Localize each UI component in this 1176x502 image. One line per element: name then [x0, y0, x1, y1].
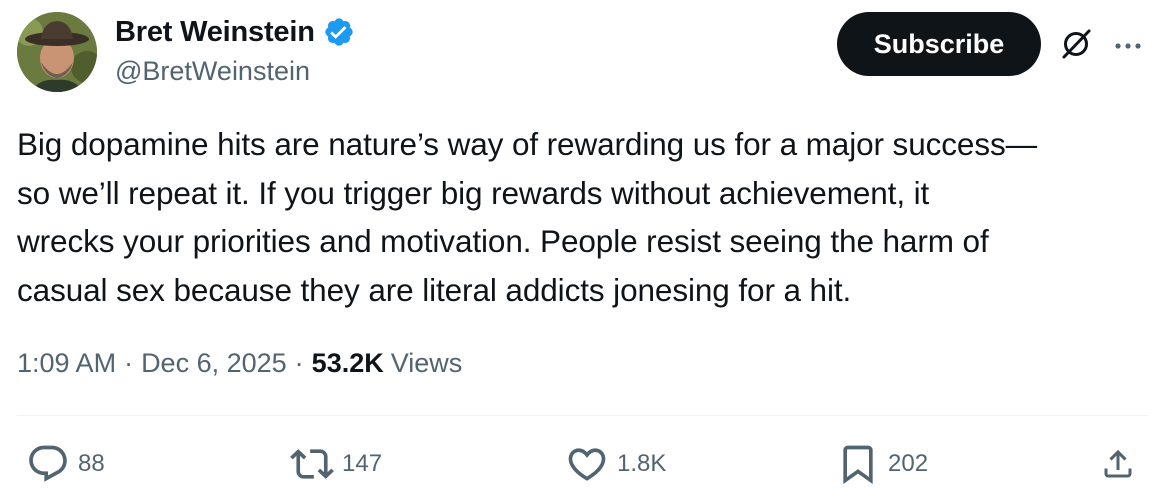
reply-icon — [29, 445, 67, 482]
more-options-icon[interactable] — [1114, 38, 1142, 49]
avatar[interactable] — [17, 12, 97, 92]
like-count: 1.8K — [617, 450, 667, 477]
repost-button[interactable]: 147 — [290, 442, 382, 486]
bookmark-count: 202 — [888, 450, 929, 477]
views-count[interactable]: 53.2K — [312, 345, 384, 381]
like-button[interactable]: 1.8K — [565, 442, 666, 486]
reply-button[interactable]: 88 — [26, 442, 105, 486]
avatar-image — [17, 12, 97, 92]
tweet-text: Big dopamine hits are nature’s way of re… — [17, 126, 1038, 308]
bookmark-icon — [843, 445, 873, 485]
reply-count: 88 — [78, 450, 105, 477]
share-button[interactable] — [1100, 446, 1136, 482]
tweet-meta: 1:09 AM · Dec 6, 2025 · 53.2K Views — [17, 345, 462, 381]
bookmark-button[interactable]: 202 — [836, 442, 928, 486]
share-icon — [1104, 449, 1132, 478]
divider — [17, 415, 1148, 416]
author-display-name[interactable]: Bret Weinstein — [115, 14, 315, 50]
meta-separator: · — [294, 348, 304, 378]
heart-icon — [568, 448, 606, 481]
meta-separator: · — [124, 348, 134, 378]
repost-count: 147 — [342, 450, 383, 477]
repost-icon — [290, 449, 334, 479]
tweet-date[interactable]: Dec 6, 2025 — [141, 345, 287, 381]
author-name-row: Bret Weinstein — [115, 14, 355, 50]
subscribe-button[interactable]: Subscribe — [837, 12, 1041, 76]
author-handle[interactable]: @BretWeinstein — [115, 54, 310, 88]
tweet-time[interactable]: 1:09 AM — [17, 345, 116, 381]
tweet-card: Bret Weinstein @BretWeinstein Subscribe … — [0, 0, 1176, 502]
verified-badge-icon[interactable] — [323, 16, 355, 48]
views-label: Views — [390, 348, 463, 378]
grok-icon[interactable] — [1058, 26, 1094, 62]
